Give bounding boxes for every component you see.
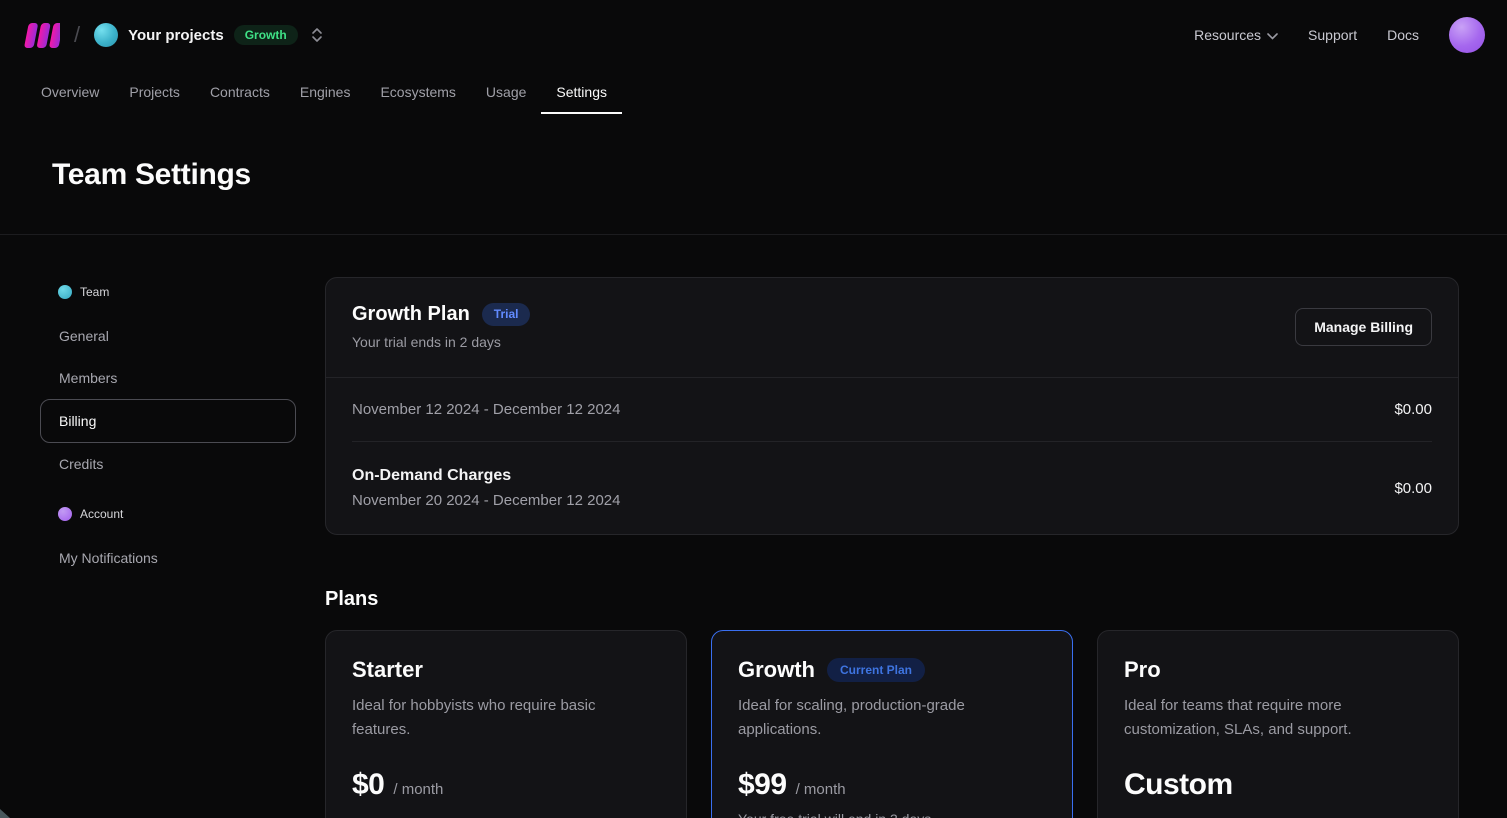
resources-menu[interactable]: Resources (1194, 27, 1278, 43)
team-avatar (94, 23, 118, 47)
team-plan-badge: Growth (234, 25, 298, 45)
on-demand-title: On-Demand Charges (352, 467, 621, 485)
current-plan-badge: Current Plan (827, 658, 925, 682)
active-tab-indicator (541, 112, 622, 114)
sidebar-section-account: Account (40, 499, 296, 529)
team-name: Your projects (128, 27, 224, 44)
tab-settings[interactable]: Settings (541, 70, 622, 114)
docs-link[interactable]: Docs (1387, 27, 1419, 43)
billing-period: November 12 2024 - December 12 2024 (352, 401, 621, 418)
chevron-updown-icon[interactable] (310, 26, 324, 44)
sidebar-item-general[interactable]: General (40, 315, 296, 357)
tab-usage[interactable]: Usage (471, 70, 541, 114)
starter-plan-price: $0 (352, 768, 384, 802)
sidebar-section-team: Team (40, 277, 296, 307)
manage-billing-button[interactable]: Manage Billing (1295, 308, 1432, 346)
tab-overview[interactable]: Overview (26, 70, 114, 114)
resources-label: Resources (1194, 27, 1261, 43)
settings-sidebar: Team General Members Billing Credits Acc… (40, 277, 296, 818)
growth-plan-name: Growth (738, 657, 815, 683)
starter-plan-name: Starter (352, 657, 423, 683)
title-band: Team Settings (0, 114, 1507, 235)
sidebar-item-billing[interactable]: Billing (40, 399, 296, 443)
growth-plan-price: $99 (738, 768, 787, 802)
page-title: Team Settings (52, 158, 1455, 192)
growth-plan-description: Ideal for scaling, production-grade appl… (738, 694, 1028, 742)
main-tabbar: Overview Projects Contracts Engines Ecos… (0, 70, 1507, 114)
trial-ends-text: Your trial ends in 2 days (352, 334, 530, 350)
plan-grid: Starter Ideal for hobbyists who require … (325, 630, 1459, 818)
on-demand-charges-row: On-Demand Charges November 20 2024 - Dec… (326, 442, 1458, 534)
top-header: / Your projects Growth Resources Support… (0, 0, 1507, 70)
starter-price-suffix: / month (393, 781, 443, 798)
plan-card-pro: Pro Ideal for teams that require more cu… (1097, 630, 1459, 818)
sidebar-item-notifications[interactable]: My Notifications (40, 537, 296, 579)
plan-card-growth: Growth Current Plan Ideal for scaling, p… (711, 630, 1073, 818)
plan-card-starter: Starter Ideal for hobbyists who require … (325, 630, 687, 818)
sidebar-item-credits[interactable]: Credits (40, 443, 296, 485)
team-section-label: Team (80, 285, 109, 299)
current-plan-title: Growth Plan (352, 303, 470, 326)
thirdweb-logo-icon[interactable] (22, 22, 60, 49)
sidebar-item-members[interactable]: Members (40, 357, 296, 399)
pro-plan-name: Pro (1124, 657, 1161, 683)
team-switcher[interactable]: Your projects Growth (94, 23, 324, 47)
on-demand-amount: $0.00 (1394, 480, 1432, 497)
team-dot-avatar (58, 285, 72, 299)
tab-engines[interactable]: Engines (285, 70, 366, 114)
billing-period-amount: $0.00 (1394, 401, 1432, 418)
growth-price-suffix: / month (796, 781, 846, 798)
tab-ecosystems[interactable]: Ecosystems (365, 70, 470, 114)
plans-heading: Plans (325, 588, 1459, 611)
breadcrumb-separator: / (72, 22, 82, 48)
on-demand-period: November 20 2024 - December 12 2024 (352, 492, 621, 509)
billing-period-row: November 12 2024 - December 12 2024 $0.0… (326, 377, 1458, 441)
chevron-down-icon (1267, 27, 1278, 43)
user-avatar[interactable] (1449, 17, 1485, 53)
pro-plan-description: Ideal for teams that require more custom… (1124, 694, 1414, 742)
growth-trial-note: Your free trial will end in 3 days. (738, 811, 1046, 818)
tab-contracts[interactable]: Contracts (195, 70, 285, 114)
billing-summary-card: Growth Plan Trial Your trial ends in 2 d… (325, 277, 1459, 535)
account-dot-avatar (58, 507, 72, 521)
tab-projects[interactable]: Projects (114, 70, 195, 114)
account-section-label: Account (80, 507, 123, 521)
trial-badge: Trial (482, 303, 531, 325)
starter-plan-description: Ideal for hobbyists who require basic fe… (352, 694, 642, 742)
support-link[interactable]: Support (1308, 27, 1357, 43)
pro-plan-price: Custom (1124, 768, 1233, 802)
